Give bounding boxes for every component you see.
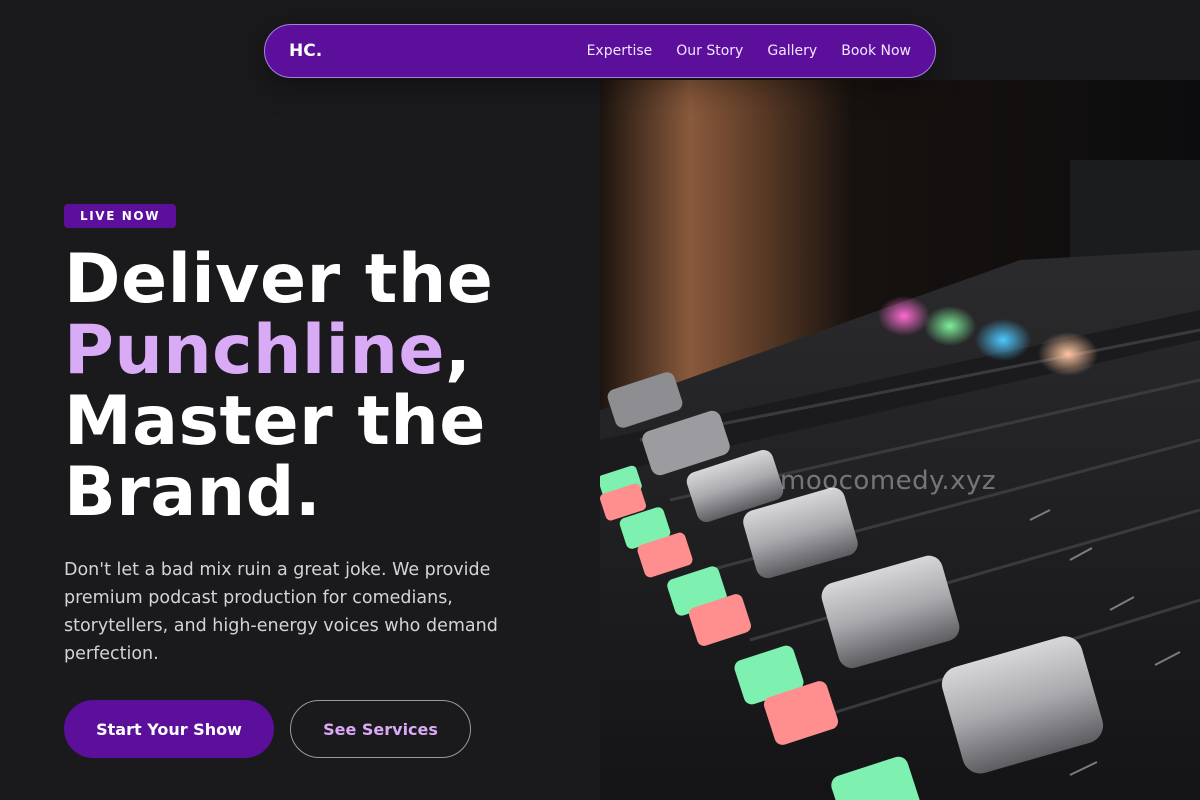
see-services-button[interactable]: See Services xyxy=(290,700,471,758)
watermark-text: moocomedy.xyz xyxy=(780,466,997,496)
nav-link-our-story[interactable]: Our Story xyxy=(676,43,743,59)
nav-link-expertise[interactable]: Expertise xyxy=(587,43,653,59)
nav-link-book-now[interactable]: Book Now xyxy=(841,43,911,59)
headline-accent: Punchline xyxy=(64,311,446,390)
logo[interactable]: HC. xyxy=(289,41,322,61)
top-navigation: HC. Expertise Our Story Gallery Book Now xyxy=(264,24,936,78)
hero-headline: Deliver the Punchline, Master the Brand. xyxy=(64,244,584,528)
headline-line-4: Brand. xyxy=(64,453,322,532)
headline-line-3: Master the xyxy=(64,382,486,461)
live-badge: LIVE NOW xyxy=(64,204,177,228)
nav-link-gallery[interactable]: Gallery xyxy=(767,43,817,59)
start-your-show-button[interactable]: Start Your Show xyxy=(64,700,274,758)
mixer-illustration xyxy=(600,80,1200,800)
hero-mixer-image: moocomedy.xyz xyxy=(600,80,1200,800)
headline-comma: , xyxy=(445,311,472,390)
hero-description: Don't let a bad mix ruin a great joke. W… xyxy=(64,560,498,664)
headline-line-1: Deliver the xyxy=(64,240,494,319)
nav-links: Expertise Our Story Gallery Book Now xyxy=(587,43,911,59)
